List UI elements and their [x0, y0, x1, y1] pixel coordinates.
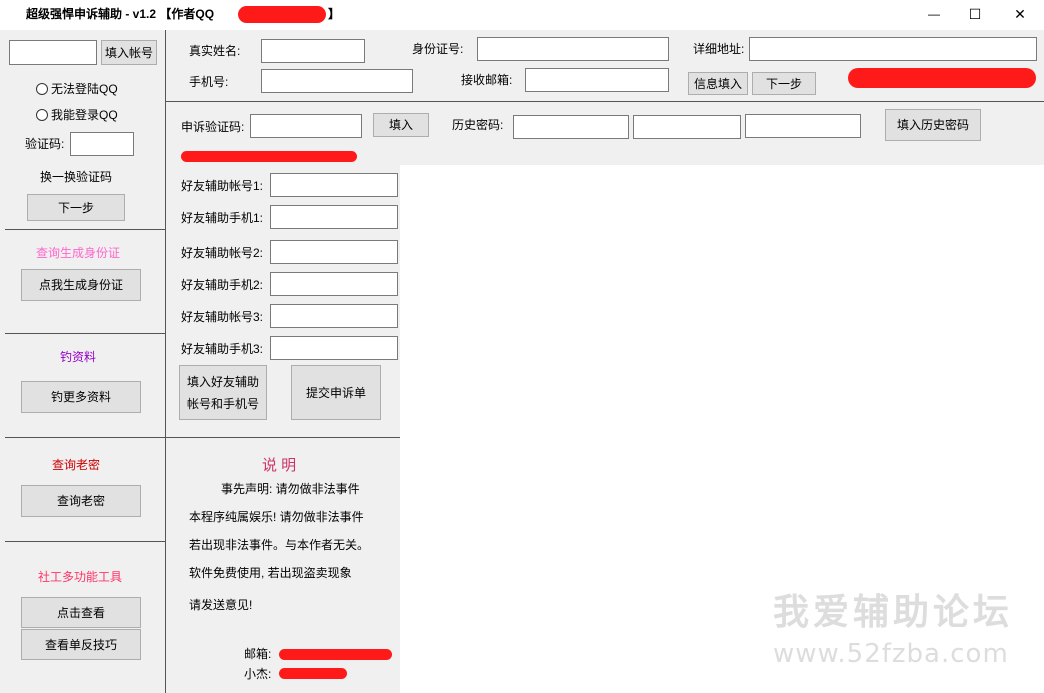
top-divider — [165, 101, 1044, 102]
submit-appeal-button[interactable]: 提交申诉单 — [291, 365, 381, 420]
friend-account-3-input[interactable] — [270, 304, 398, 328]
real-name-label: 真实姓名: — [189, 44, 241, 58]
friend-account-2-input[interactable] — [270, 240, 398, 264]
title-bar: 超级强悍申诉辅助 - v1.2 【作者QQ — ☐ ✕ 】 — [0, 0, 1044, 30]
fill-friends-button[interactable]: 填入好友辅助 帐号和手机号 — [179, 365, 267, 420]
friend-phone-2-label: 好友辅助手机2: — [181, 278, 264, 292]
history-pwd-input-2[interactable] — [633, 115, 741, 139]
notes-line-5: 请发送意见! — [189, 598, 253, 612]
watermark-logo: 我爱辅助论坛 — [773, 591, 1014, 632]
output-pane: 我爱辅助论坛 www.52fzba.com — [400, 165, 1044, 693]
fill-history-pwd-button[interactable]: 填入历史密码 — [885, 109, 981, 141]
notes-title: 说 明 — [262, 457, 297, 474]
address-label: 详细地址: — [693, 42, 745, 56]
friend-phone-1-input[interactable] — [270, 205, 398, 229]
history-pwd-input-1[interactable] — [513, 115, 629, 139]
generate-id-button[interactable]: 点我生成身份证 — [21, 269, 141, 301]
close-button[interactable]: ✕ — [1000, 2, 1040, 26]
radio-cannot-login-label: 无法登陆QQ — [51, 82, 118, 96]
notes-line-3: 若出现非法事件。与本作者无关。 — [189, 538, 370, 552]
notes-contact-label: 小杰: — [244, 667, 272, 681]
friend-account-1-label: 好友辅助帐号1: — [181, 179, 264, 193]
notes-line-4: 软件免费使用, 若出现盗卖现象 — [189, 566, 352, 580]
redacted-author-qq — [238, 6, 326, 23]
fish-more-button[interactable]: 钓更多资料 — [21, 381, 141, 413]
friend-phone-2-input[interactable] — [270, 272, 398, 296]
appeal-code-input[interactable] — [250, 114, 362, 138]
maximize-button[interactable]: ☐ — [955, 2, 995, 26]
appeal-code-label: 申诉验证码: — [181, 120, 245, 134]
redacted-hint — [181, 151, 357, 162]
notes-email-label: 邮箱: — [244, 647, 272, 661]
left-divider-h4 — [5, 541, 165, 542]
tools-view-button[interactable]: 点击查看 — [21, 597, 141, 628]
section-pwd-title: 查询老密 — [52, 458, 101, 472]
friend-account-3-label: 好友辅助帐号3: — [181, 310, 264, 324]
left-divider — [165, 30, 166, 693]
captcha-input[interactable] — [70, 132, 134, 156]
section-id-title: 查询生成身份证 — [36, 246, 121, 260]
redacted-top-right — [848, 68, 1036, 88]
history-pwd-input-3[interactable] — [745, 114, 861, 138]
watermark-url: www.52fzba.com — [773, 639, 1009, 669]
history-pwd-label: 历史密码: — [452, 118, 504, 132]
address-input[interactable] — [749, 37, 1037, 61]
friend-account-1-input[interactable] — [270, 173, 398, 197]
id-card-input[interactable] — [477, 37, 669, 61]
left-divider-h1 — [5, 229, 165, 230]
email-label: 接收邮箱: — [461, 73, 513, 87]
notes-line-2: 本程序纯属娱乐! 请勿做非法事件 — [189, 510, 364, 524]
phone-input[interactable] — [261, 69, 413, 93]
left-next-button[interactable]: 下一步 — [27, 194, 125, 221]
account-input[interactable] — [9, 40, 97, 65]
friend-account-2-label: 好友辅助帐号2: — [181, 246, 264, 260]
query-old-pwd-button[interactable]: 查询老密 — [21, 485, 141, 517]
real-name-input[interactable] — [261, 39, 365, 63]
phone-label: 手机号: — [189, 75, 229, 89]
tools-tips-button[interactable]: 查看单反技巧 — [21, 629, 141, 660]
radio-can-login[interactable] — [36, 109, 48, 121]
notes-line-1: 事先声明: 请勿做非法事件 — [221, 482, 360, 496]
fill-friends-line2: 帐号和手机号 — [186, 396, 259, 411]
fill-friends-line1: 填入好友辅助 — [186, 374, 259, 389]
friend-phone-1-label: 好友辅助手机1: — [181, 211, 264, 225]
minimize-button[interactable]: — — [914, 2, 954, 26]
id-card-label: 身份证号: — [412, 42, 464, 56]
friend-phone-3-input[interactable] — [270, 336, 398, 360]
friend-phone-3-label: 好友辅助手机3: — [181, 342, 264, 356]
info-fill-button[interactable]: 信息填入 — [688, 72, 748, 95]
top-next-button[interactable]: 下一步 — [752, 72, 816, 95]
window-title: 超级强悍申诉辅助 - v1.2 【作者QQ — [26, 7, 215, 21]
radio-cannot-login[interactable] — [36, 83, 48, 95]
redacted-contact — [279, 668, 347, 679]
section-tools-title: 社工多功能工具 — [38, 570, 123, 584]
redacted-email — [279, 649, 392, 660]
notes-divider — [165, 437, 400, 438]
window-title-suffix: 】 — [328, 7, 341, 21]
left-divider-h3 — [5, 437, 165, 438]
radio-can-login-label: 我能登录QQ — [51, 108, 118, 122]
fill-account-button[interactable]: 填入帐号 — [101, 40, 157, 65]
email-input[interactable] — [525, 68, 669, 92]
left-divider-h2 — [5, 333, 165, 334]
refresh-captcha-link[interactable]: 换一换验证码 — [40, 170, 112, 184]
captcha-label: 验证码: — [25, 137, 65, 151]
appeal-fill-button[interactable]: 填入 — [373, 113, 429, 137]
section-fish-title: 钓资料 — [60, 350, 97, 364]
